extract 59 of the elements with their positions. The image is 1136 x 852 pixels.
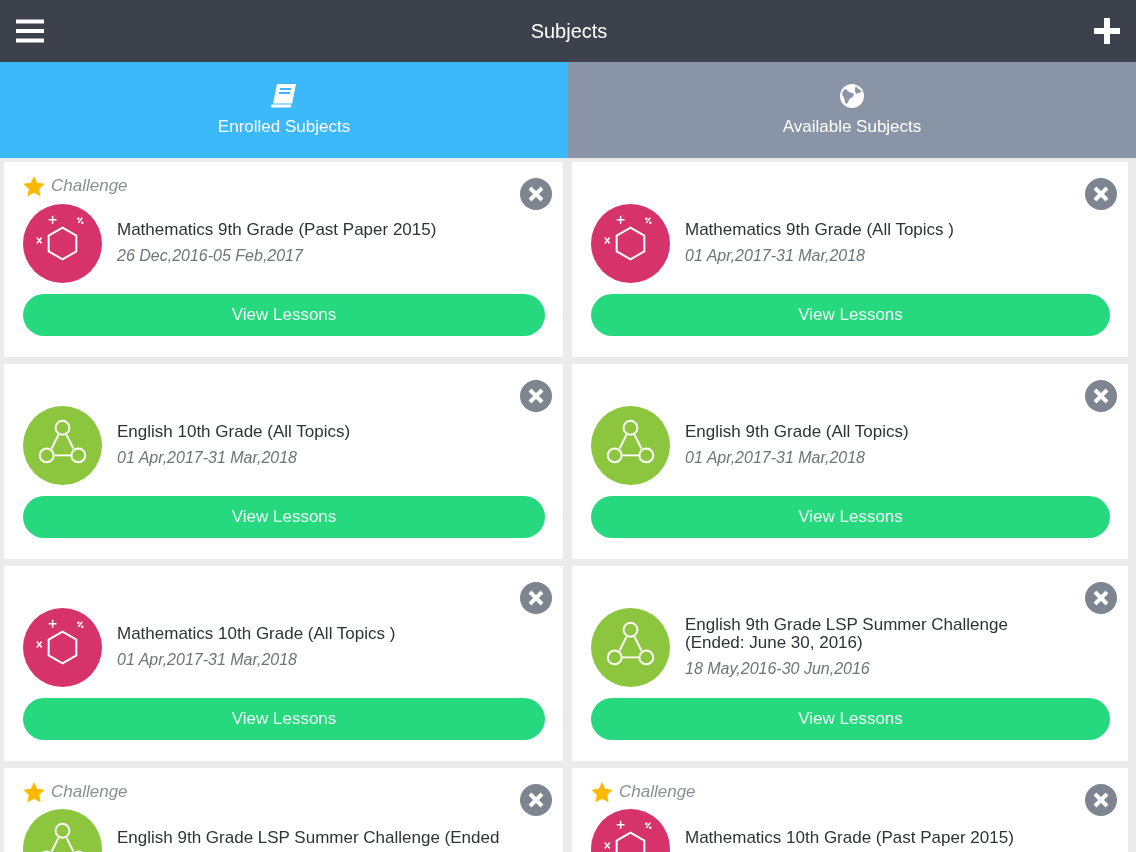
close-icon bbox=[528, 792, 544, 808]
close-button[interactable] bbox=[1085, 582, 1117, 614]
subject-title: English 9th Grade (All Topics) bbox=[685, 423, 909, 441]
close-icon bbox=[1093, 792, 1109, 808]
menu-button[interactable] bbox=[16, 19, 44, 43]
close-icon bbox=[528, 186, 544, 202]
view-lessons-button[interactable]: View Lessons bbox=[591, 294, 1110, 336]
subject-title: Mathematics 9th Grade (All Topics ) bbox=[685, 221, 954, 239]
abc-subject-icon bbox=[591, 607, 670, 687]
subject-title: English 10th Grade (All Topics) bbox=[117, 423, 351, 441]
close-icon bbox=[528, 388, 544, 404]
star-icon bbox=[23, 175, 45, 197]
subject-title: Mathematics 10th Grade (All Topics ) bbox=[117, 625, 396, 643]
close-button[interactable] bbox=[520, 784, 552, 816]
date-range: 26 Dec,2016-05 Feb,2017 bbox=[117, 247, 305, 265]
tab[interactable]: Available Subjects bbox=[568, 62, 1136, 158]
view-lessons-button[interactable]: View Lessons bbox=[23, 496, 545, 538]
close-icon bbox=[1093, 388, 1109, 404]
challenge-label: Challenge bbox=[51, 176, 128, 196]
date-range: 01 Apr,2017-31 Mar,2018 bbox=[685, 449, 866, 467]
subject-title: Mathematics 9th Grade (Past Paper 2015) bbox=[117, 221, 437, 239]
close-button[interactable] bbox=[1085, 380, 1117, 412]
math-subject-icon bbox=[23, 203, 102, 283]
date-range: 01 Apr,2017-31 Mar,2018 bbox=[117, 449, 298, 467]
challenge-label: Challenge bbox=[51, 782, 128, 802]
plus-icon bbox=[1094, 18, 1120, 44]
page-title: Subjects bbox=[530, 19, 608, 43]
view-lessons-button[interactable]: View Lessons bbox=[591, 698, 1110, 740]
star-icon bbox=[23, 781, 45, 803]
close-icon bbox=[528, 590, 544, 606]
date-range: 01 Apr,2017-31 Mar,2018 bbox=[117, 651, 298, 669]
book-icon bbox=[270, 83, 298, 109]
abc-subject-icon bbox=[23, 405, 102, 485]
close-button[interactable] bbox=[1085, 784, 1117, 816]
view-lessons-button[interactable]: View Lessons bbox=[23, 294, 545, 336]
view-lessons-button[interactable]: View Lessons bbox=[23, 698, 545, 740]
abc-subject-icon bbox=[591, 405, 670, 485]
challenge-label: Challenge bbox=[619, 782, 696, 802]
star-icon bbox=[591, 781, 613, 803]
subject-title: English 9th Grade LSP Summer Challenge (Ended: June 30, 2016) bbox=[685, 616, 1009, 652]
math-subject-icon bbox=[591, 203, 670, 283]
close-icon bbox=[1093, 186, 1109, 202]
menu-icon bbox=[16, 19, 44, 43]
close-button[interactable] bbox=[520, 582, 552, 614]
tab[interactable]: Enrolled Subjects bbox=[0, 62, 568, 158]
math-subject-icon bbox=[23, 607, 102, 687]
date-range: 01 Apr,2017-31 Mar,2018 bbox=[685, 247, 866, 265]
close-button[interactable] bbox=[520, 178, 552, 210]
tab-label: Enrolled Subjects bbox=[217, 117, 351, 137]
close-button[interactable] bbox=[1085, 178, 1117, 210]
subject-title: Mathematics 10th Grade (Past Paper 2015) bbox=[685, 829, 1014, 847]
tab-label: Available Subjects bbox=[782, 117, 922, 137]
close-icon bbox=[1093, 590, 1109, 606]
subject-title: English 9th Grade LSP Summer Challenge (Ended bbox=[117, 829, 500, 847]
add-button[interactable] bbox=[1094, 18, 1120, 44]
close-button[interactable] bbox=[520, 380, 552, 412]
globe-icon bbox=[839, 83, 865, 109]
view-lessons-button[interactable]: View Lessons bbox=[591, 496, 1110, 538]
date-range: 18 May,2016-30 Jun,2016 bbox=[685, 660, 871, 678]
